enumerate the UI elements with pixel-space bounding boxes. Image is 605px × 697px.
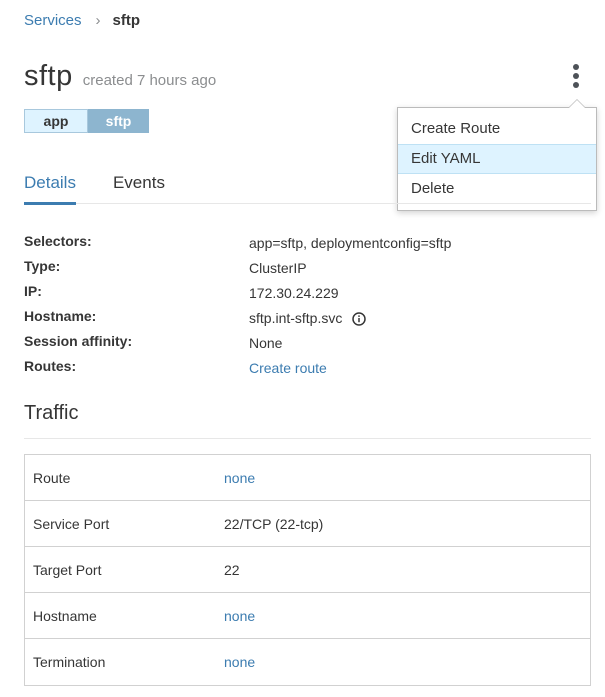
kebab-vertical-icon[interactable] (565, 61, 587, 91)
table-cell-key: Route (33, 470, 71, 486)
created-timestamp: created 7 hours ago (82, 72, 217, 89)
traffic-table: Route none Service Port 22/TCP (22-tcp) … (24, 454, 591, 686)
table-cell-key: Target Port (33, 562, 102, 578)
breadcrumb-services-link[interactable]: Services (24, 12, 82, 29)
table-row: Termination none (25, 639, 590, 685)
info-icon[interactable] (352, 311, 367, 326)
table-cell-value: none (224, 654, 256, 670)
detail-label: Type: (24, 258, 61, 274)
traffic-heading: Traffic (24, 402, 79, 424)
menu-item-create-route[interactable]: Create Route (398, 114, 596, 144)
detail-label: Selectors: (24, 233, 92, 249)
label-value[interactable]: sftp (88, 109, 149, 133)
detail-row-selectors: Selectors: app=sftp, deploymentconfig=sf… (24, 231, 591, 256)
table-row: Hostname none (25, 593, 590, 639)
table-cell-value: none (224, 470, 256, 486)
detail-label: Hostname: (24, 308, 97, 324)
detail-row-routes: Routes: Create route (24, 356, 591, 381)
detail-label: IP: (24, 283, 42, 299)
detail-value-wrap: sftp.int-sftp.svc (249, 306, 367, 331)
table-cell-value: none (224, 608, 256, 624)
table-row: Target Port 22 (25, 547, 590, 593)
page-title: sftp (24, 60, 73, 92)
detail-value: None (249, 335, 283, 351)
kebab-dot (573, 73, 579, 79)
create-route-link[interactable]: Create route (249, 356, 327, 381)
table-cell-key: Termination (33, 654, 106, 670)
table-row: Route none (25, 455, 590, 501)
detail-label: Routes: (24, 358, 77, 374)
details-list: Selectors: app=sftp, deploymentconfig=sf… (24, 231, 591, 381)
detail-row-ip: IP: 172.30.24.229 (24, 281, 591, 306)
label-key[interactable]: app (24, 109, 88, 133)
detail-value: sftp.int-sftp.svc (249, 310, 343, 326)
table-cell-key: Service Port (33, 516, 110, 532)
tab-bar: Details Events (24, 170, 591, 205)
page-header: sftp created 7 hours ago (24, 60, 216, 93)
breadcrumb-separator: › (95, 12, 101, 29)
kebab-dot (573, 82, 579, 88)
detail-value: app=sftp, deploymentconfig=sftp (249, 235, 452, 251)
detail-value: ClusterIP (249, 260, 307, 276)
kebab-dot (573, 64, 579, 70)
table-row: Service Port 22/TCP (22-tcp) (25, 501, 590, 547)
table-cell-key: Hostname (33, 608, 97, 624)
detail-row-session-affinity: Session affinity: None (24, 331, 591, 356)
detail-row-hostname: Hostname: sftp.int-sftp.svc (24, 306, 591, 331)
section-divider (24, 438, 591, 439)
tab-events[interactable]: Events (113, 170, 165, 204)
detail-value: 172.30.24.229 (249, 285, 339, 301)
detail-label: Session affinity: (24, 333, 133, 349)
table-cell-value: 22 (224, 562, 240, 578)
table-cell-value: 22/TCP (22-tcp) (224, 516, 324, 532)
tab-details[interactable]: Details (24, 170, 76, 205)
breadcrumb: Services › sftp (24, 12, 140, 29)
breadcrumb-current: sftp (112, 12, 141, 29)
label-tag[interactable]: app sftp (24, 109, 149, 133)
detail-row-type: Type: ClusterIP (24, 256, 591, 281)
